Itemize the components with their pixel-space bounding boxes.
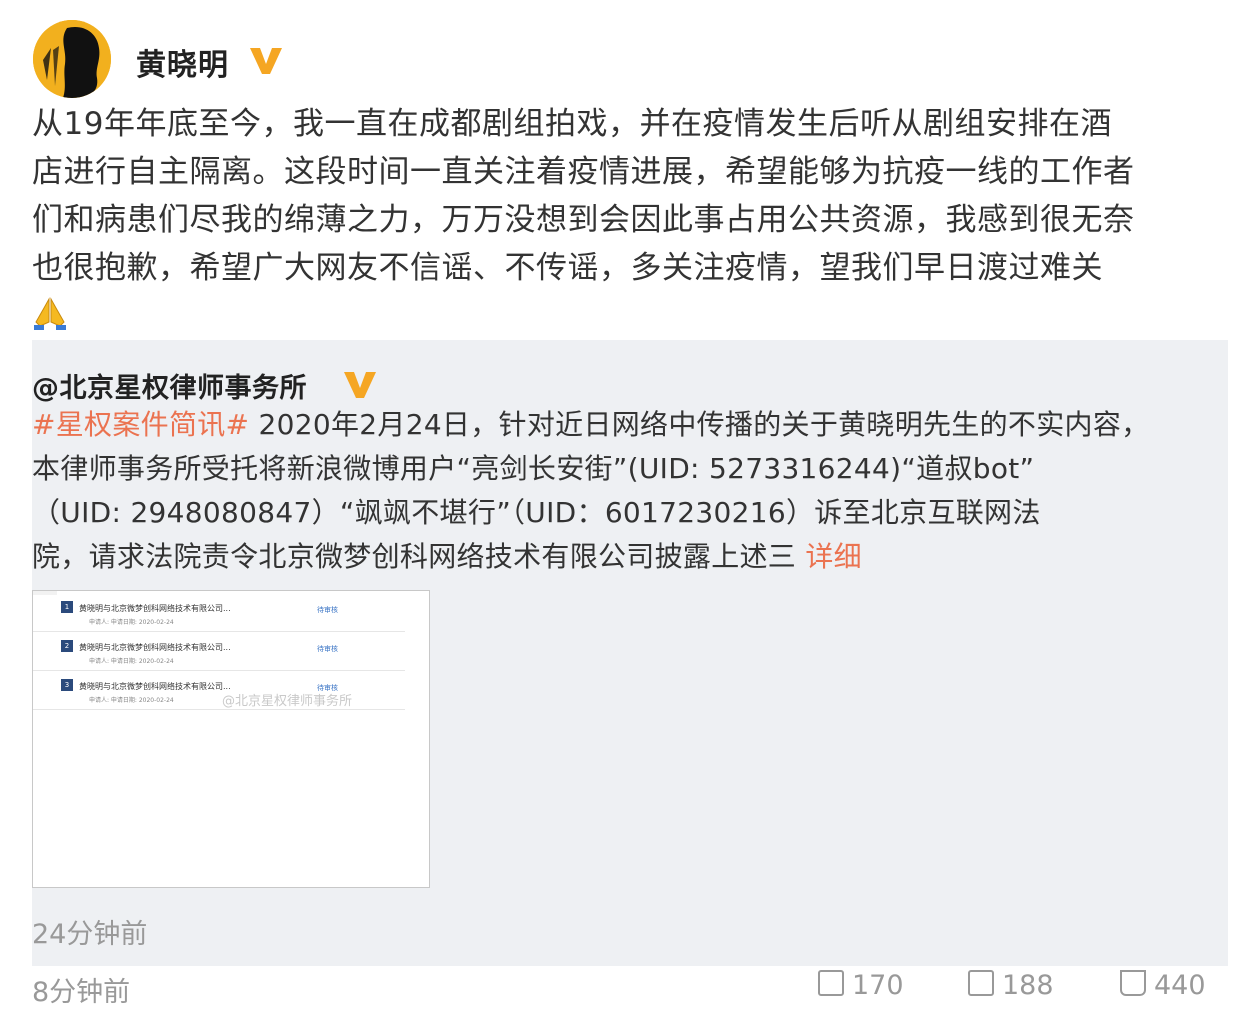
image-watermark: @北京星权律师事务所 [222,694,353,709]
avatar[interactable] [33,20,111,98]
row-number: 1 [61,601,73,613]
repost-timestamp: 24分钟前 [32,919,148,950]
repost-text-segment: 2020年2月24日，针对近日网络中传播的关于黄晓明先生的不实内容， [249,408,1150,441]
thumbnail-row: 1 黄晓明与北京微梦创科网络技术有限公司... 申请人: 申请日期: 2020-… [33,595,405,632]
row-meta: 申请人: 申请日期: 2020-02-24 [89,658,174,665]
author-name[interactable]: 黄晓明 [136,40,229,84]
more-link[interactable]: 详细 [805,540,862,573]
comment-count: 188 [1002,970,1054,1001]
repost-text-line: 院，请求法院责令北京微梦创科网络技术有限公司披露上述三 详细 [32,535,1232,579]
row-meta: 申请人: 申请日期: 2020-02-24 [89,697,174,704]
repost-text: #星权案件简讯# 2020年2月24日，针对近日网络中传播的关于黄晓明先生的不实… [32,403,1232,579]
comment-button[interactable]: 188 [968,970,1054,1001]
like-button[interactable]: 440 [1120,970,1206,1001]
post-text-line: 店进行自主隔离。这段时间一直关注着疫情进展，希望能够为抗疫一线的工作者 [32,154,1135,190]
post-text-line: 从19年年底至今，我一直在成都剧组拍戏，并在疫情发生后听从剧组安排在酒 [32,106,1112,142]
row-status: 待审核 [317,645,338,653]
row-title: 黄晓明与北京微梦创科网络技术有限公司... [79,643,231,652]
repost-text-segment: 院，请求法院责令北京微梦创科网络技术有限公司披露上述三 [32,540,797,573]
image-thumbnail[interactable]: 1 黄晓明与北京微梦创科网络技术有限公司... 申请人: 申请日期: 2020-… [32,590,430,888]
repost-button[interactable]: 170 [818,970,904,1001]
avatar-image [33,20,111,98]
repost-text-line: #星权案件简讯# 2020年2月24日，针对近日网络中传播的关于黄晓明先生的不实… [32,403,1232,447]
repost-text-line: （UID: 2948080847）“飒飒不堪行”（UID：6017230216）… [32,496,1041,529]
verified-icon [344,372,376,398]
comment-icon [968,970,994,996]
verified-icon [250,48,282,74]
post-text-line: 也很抱歉，希望广大网友不信谣、不传谣，多关注疫情，望我们早日渡过难关 [32,250,1103,286]
post-text: 从19年年底至今，我一直在成都剧组拍戏，并在疫情发生后听从剧组安排在酒 店进行自… [32,100,1232,292]
repost-icon [818,970,844,996]
row-number: 3 [61,679,73,691]
row-title: 黄晓明与北京微梦创科网络技术有限公司... [79,682,231,691]
hashtag-link[interactable]: #星权案件简讯# [32,408,249,441]
row-meta: 申请人: 申请日期: 2020-02-24 [89,619,174,626]
row-status: 待审核 [317,606,338,614]
repost-count: 170 [852,970,904,1001]
repost-author[interactable]: @北京星权律师事务所 [32,366,307,405]
row-title: 黄晓明与北京微梦创科网络技术有限公司... [79,604,231,613]
thumbnail-row: 2 黄晓明与北京微梦创科网络技术有限公司... 申请人: 申请日期: 2020-… [33,634,405,671]
repost-text-line: 本律师事务所受托将新浪微博用户“亮剑长安街”(UID: 5273316244)“… [32,452,1035,485]
post-text-line: 们和病患们尽我的绵薄之力，万万没想到会因此事占用公共资源，我感到很无奈 [32,202,1135,238]
like-icon [1120,970,1146,996]
folded-hands-icon [34,297,66,330]
row-number: 2 [61,640,73,652]
like-count: 440 [1154,970,1206,1001]
